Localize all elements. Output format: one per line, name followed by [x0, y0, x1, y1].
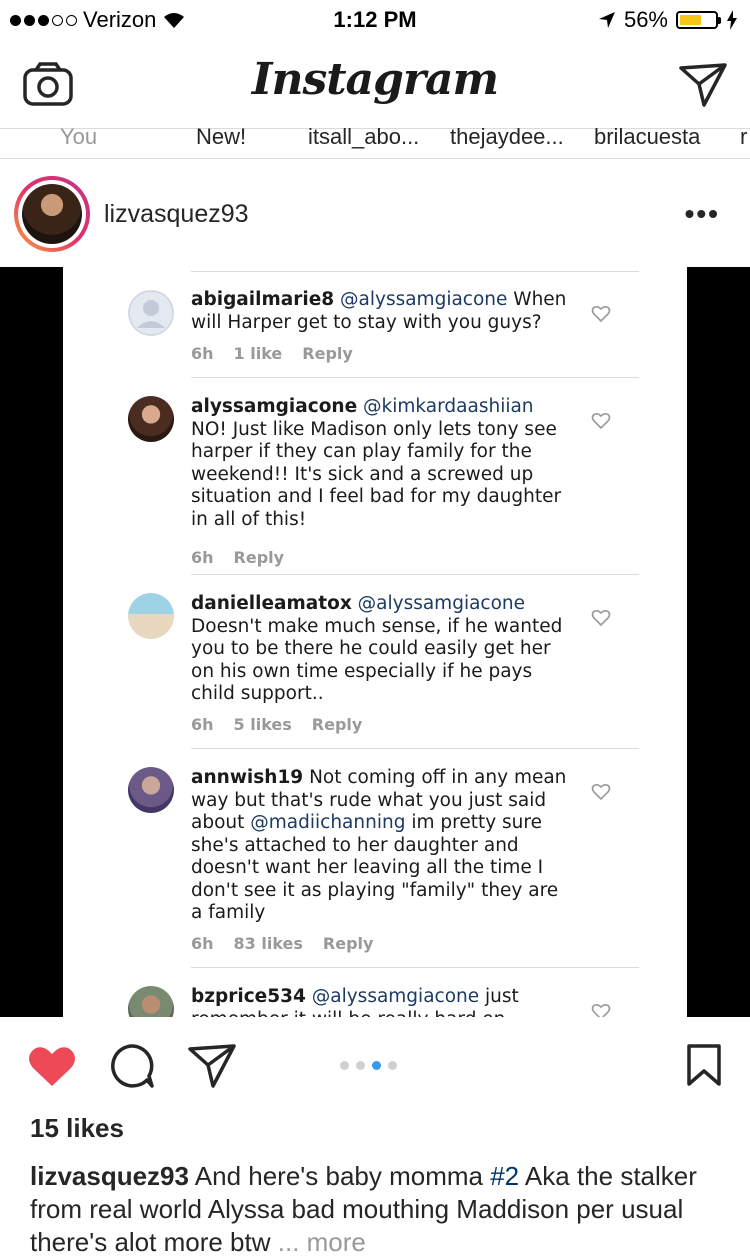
story-label[interactable]: thejaydee...: [450, 124, 564, 150]
comment-avatar: [128, 290, 174, 336]
battery-percent: 56%: [623, 7, 668, 32]
charging-icon: [727, 10, 737, 30]
comment-likes: 5 likes: [233, 715, 292, 734]
caption-text: And here's baby momma: [188, 1161, 491, 1191]
comment-screenshot: abigailmarie8 @alyssamgiacone When will …: [63, 267, 687, 1017]
post-image[interactable]: abigailmarie8 @alyssamgiacone When will …: [0, 267, 750, 1017]
comment-avatar: [128, 396, 174, 442]
comment-time: 6h: [191, 934, 214, 953]
comment-username[interactable]: alyssamgiacone: [191, 396, 357, 417]
story-label[interactable]: brilacuesta: [594, 124, 700, 150]
comment-avatar: [128, 767, 174, 813]
divider: [191, 748, 639, 749]
carousel-indicator: [340, 1061, 397, 1070]
battery-icon: [676, 11, 721, 29]
comment-text: annwish19 Not coming off in any mean way…: [191, 767, 573, 925]
comment-avatar: [128, 986, 174, 1017]
comment-heart-icon: [591, 1003, 611, 1017]
comment-heart-icon: [591, 305, 611, 323]
share-icon[interactable]: [187, 1044, 237, 1088]
story-label-new[interactable]: New!: [196, 124, 246, 150]
comment-meta: 6h Reply: [191, 548, 304, 567]
caption-hashtag[interactable]: #2: [490, 1161, 519, 1191]
comment-text: alyssamgiacone @kimkardaashiian NO! Just…: [191, 396, 573, 531]
comment-username[interactable]: danielleamatox: [191, 593, 352, 614]
comment-mention[interactable]: @kimkardaashiian: [363, 396, 534, 417]
story-label[interactable]: itsall_abo...: [308, 124, 419, 150]
comment-username[interactable]: bzprice534: [191, 986, 306, 1007]
comment-likes: 83 likes: [233, 934, 303, 953]
comment-icon[interactable]: [107, 1043, 157, 1089]
post-username[interactable]: lizvasquez93: [104, 200, 249, 229]
reply-link: Reply: [233, 548, 285, 567]
reply-link: Reply: [302, 344, 353, 363]
status-right: 56%: [598, 7, 738, 33]
story-label-you[interactable]: You: [60, 124, 97, 150]
comment-time: 6h: [191, 548, 214, 567]
comment-body: NO! Just like Madison only lets tony see…: [191, 418, 562, 530]
more-options-icon[interactable]: •••: [685, 198, 720, 230]
carousel-dot-active: [372, 1061, 381, 1070]
comment-text: bzprice534 @alyssamgiacone just remember…: [191, 986, 573, 1017]
status-bar: Verizon 1:12 PM 56%: [0, 0, 750, 40]
story-label[interactable]: r: [740, 124, 747, 150]
comment-heart-icon: [591, 609, 611, 627]
post-header: lizvasquez93 •••: [0, 160, 750, 267]
comment-text: abigailmarie8 @alyssamgiacone When will …: [191, 289, 573, 334]
comment-heart-icon: [591, 412, 611, 430]
comment-avatar: [128, 593, 174, 639]
comment-meta: 6h 1 like Reply: [191, 344, 373, 363]
caption-more-link[interactable]: ... more: [278, 1227, 366, 1257]
reply-link: Reply: [322, 934, 374, 953]
comment-username[interactable]: abigailmarie8: [191, 289, 334, 310]
comment-text: danielleamatox @alyssamgiacone Doesn't m…: [191, 593, 573, 706]
avatar[interactable]: [14, 176, 90, 252]
comment-body: Doesn't make much sense, if he wanted yo…: [191, 615, 563, 705]
carousel-dot: [340, 1061, 349, 1070]
comment-heart-icon: [591, 783, 611, 801]
comment-meta: 6h 5 likes Reply: [191, 715, 382, 734]
comment-username[interactable]: annwish19: [191, 767, 303, 788]
post-caption: lizvasquez93 And here's baby momma #2 Ak…: [30, 1160, 730, 1259]
comment-meta: 6h 83 likes Reply: [191, 934, 393, 953]
location-arrow-icon: [598, 12, 615, 28]
divider: [191, 574, 639, 575]
divider: [191, 271, 639, 272]
carousel-dot: [388, 1061, 397, 1070]
reply-link: Reply: [311, 715, 363, 734]
like-heart-icon[interactable]: [27, 1044, 77, 1088]
comment-mention[interactable]: @alyssamgiacone: [312, 986, 479, 1007]
bookmark-icon[interactable]: [686, 1043, 722, 1087]
caption-username[interactable]: lizvasquez93: [30, 1161, 189, 1191]
comment-time: 6h: [191, 715, 214, 734]
comment-likes: 1 like: [233, 344, 283, 363]
comment-mention[interactable]: @alyssamgiacone: [340, 289, 507, 310]
comment-mention[interactable]: @madiichanning: [250, 812, 405, 833]
stories-bar[interactable]: You New! itsall_abo... thejaydee... bril…: [0, 120, 750, 159]
divider: [191, 967, 639, 968]
direct-send-icon[interactable]: [678, 62, 728, 108]
comment-time: 6h: [191, 344, 214, 363]
instagram-logo: Instagram: [251, 54, 499, 105]
comment-mention[interactable]: @alyssamgiacone: [358, 593, 525, 614]
post-actions: [0, 1017, 750, 1107]
top-nav: Instagram: [0, 40, 750, 129]
likes-count[interactable]: 15 likes: [30, 1113, 124, 1144]
divider: [191, 377, 639, 378]
carousel-dot: [356, 1061, 365, 1070]
